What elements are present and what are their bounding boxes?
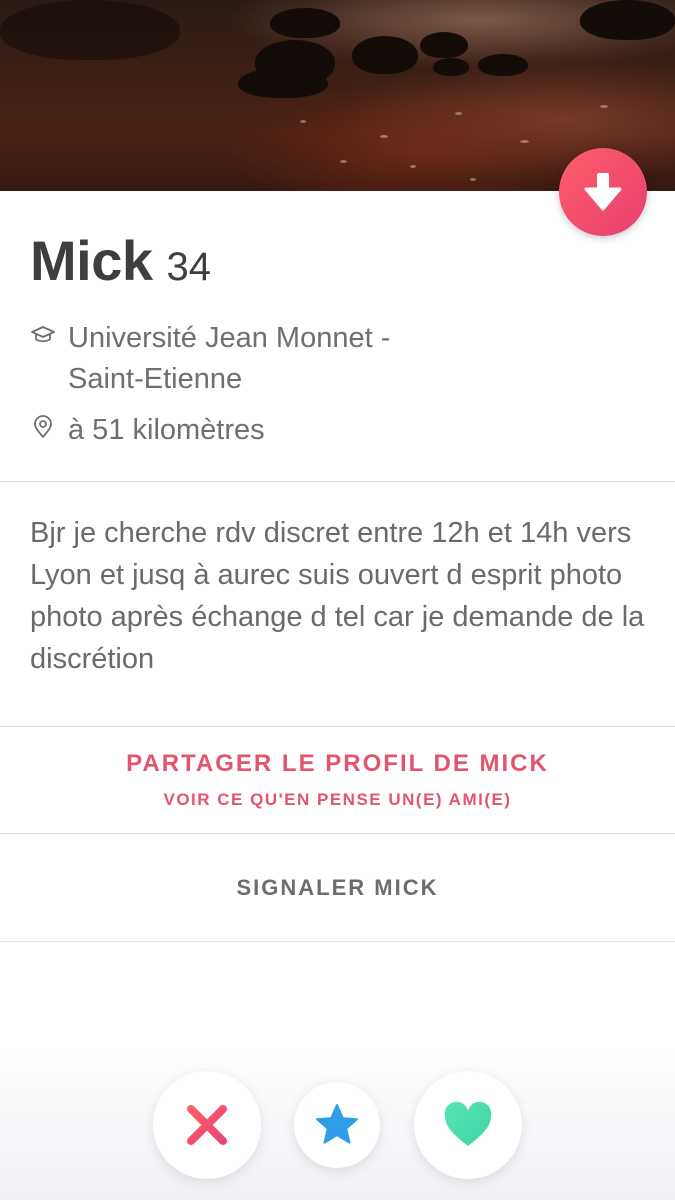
divider <box>0 481 675 482</box>
photo-sparkle <box>380 135 388 138</box>
school-row: Université Jean Monnet - Saint-Etienne <box>30 318 390 400</box>
location-pin-icon <box>34 415 52 438</box>
photo-sparkle <box>470 178 476 181</box>
photo-sparkle <box>300 120 306 123</box>
share-profile-subtitle: VOIR CE QU'EN PENSE UN(E) AMI(E) <box>163 790 512 809</box>
photo-sparkle <box>520 140 529 143</box>
nope-button[interactable] <box>153 1071 261 1179</box>
photo-rock <box>478 54 528 76</box>
photo-rock <box>580 0 675 40</box>
collapse-profile-button[interactable] <box>559 148 647 236</box>
school-line-2: Saint-Etienne <box>68 363 243 395</box>
profile-age: 34 <box>166 245 212 289</box>
profile-name: Mick <box>30 229 153 292</box>
heart-icon <box>444 1102 492 1146</box>
report-profile-button[interactable]: SIGNALER MICK <box>0 834 675 941</box>
like-button[interactable] <box>414 1071 522 1179</box>
photo-sparkle <box>455 112 462 115</box>
school-text: Université Jean Monnet - Saint-Etienne <box>68 318 390 400</box>
distance-text: à 51 kilomètres <box>68 414 265 446</box>
profile-header: Mick 34 <box>30 228 211 293</box>
school-line-1: Université Jean Monnet - <box>68 322 391 354</box>
x-icon <box>187 1105 227 1145</box>
arrow-down-icon <box>584 173 622 211</box>
photo-rock <box>270 8 340 38</box>
super-like-button[interactable] <box>294 1082 380 1168</box>
photo-sparkle <box>410 165 416 168</box>
photo-rock <box>433 58 469 76</box>
photo-rock <box>0 0 180 60</box>
photo-sparkle <box>340 160 347 163</box>
profile-bio: Bjr je cherche rdv discret entre 12h et … <box>30 517 645 675</box>
share-profile-title: PARTAGER LE PROFIL DE MICK <box>126 750 549 777</box>
report-profile-label: SIGNALER MICK <box>236 874 439 900</box>
star-icon <box>316 1104 358 1144</box>
photo-sparkle <box>600 105 608 108</box>
share-profile-button[interactable]: PARTAGER LE PROFIL DE MICK VOIR CE QU'EN… <box>0 727 675 833</box>
photo-rock <box>352 36 418 74</box>
distance-row: à 51 kilomètres <box>30 410 265 451</box>
graduation-cap-icon <box>31 326 55 343</box>
photo-rock <box>420 32 468 58</box>
photo-rock <box>238 68 328 98</box>
divider <box>0 941 675 942</box>
